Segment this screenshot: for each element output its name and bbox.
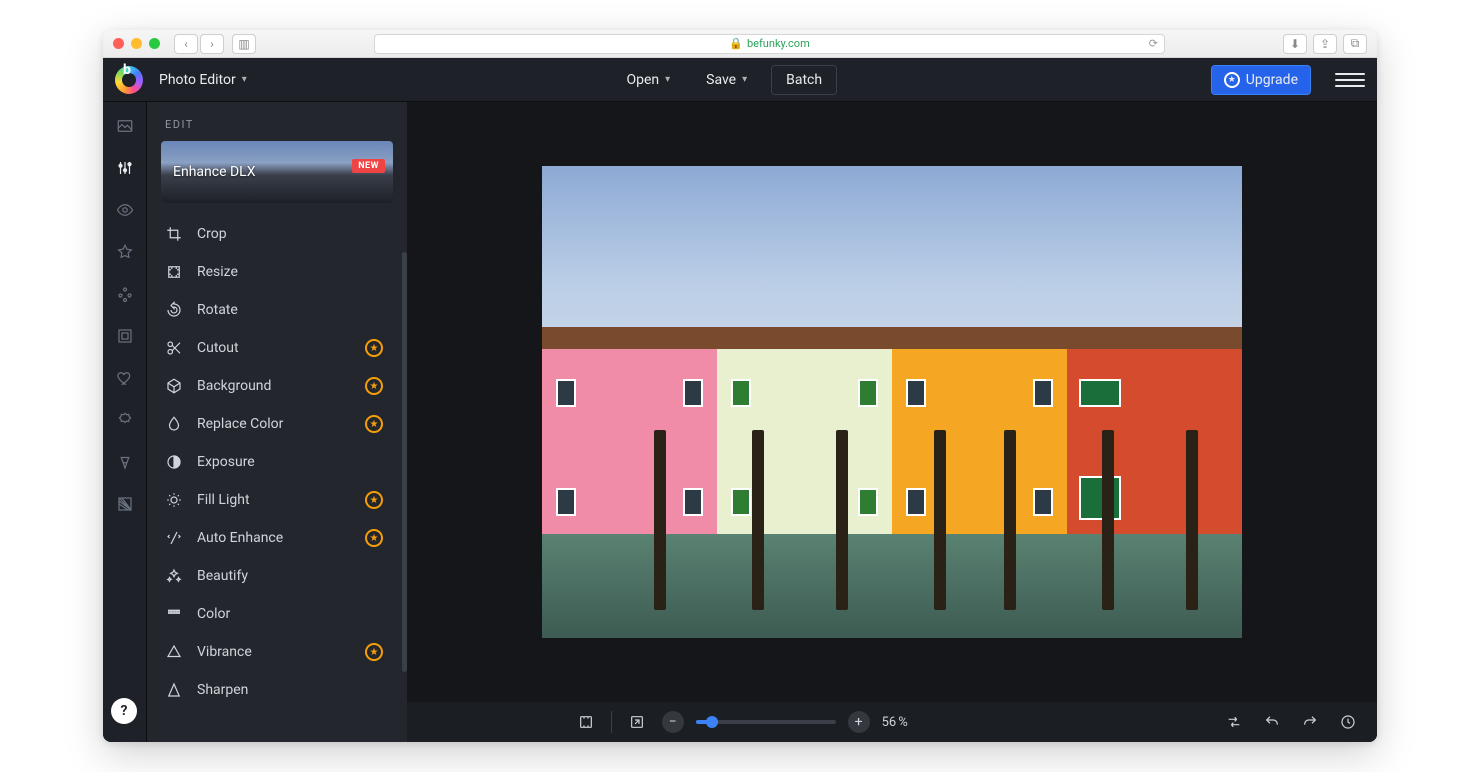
batch-label: Batch [786, 72, 822, 88]
fit-screen-button[interactable] [573, 709, 599, 735]
tool-label: Resize [197, 264, 238, 280]
tool-label: Auto Enhance [197, 530, 283, 546]
batch-button[interactable]: Batch [771, 65, 837, 95]
tool-label: Sharpen [197, 682, 248, 698]
canvas-image[interactable] [542, 166, 1242, 638]
chevron-down-icon: ▾ [742, 74, 747, 85]
menu-button[interactable] [1335, 65, 1365, 95]
tool-beautify[interactable]: Beautify [147, 557, 401, 595]
compare-button[interactable] [1221, 709, 1247, 735]
rail-image[interactable] [111, 112, 139, 140]
tool-crop[interactable]: Crop [147, 215, 401, 253]
refresh-icon[interactable]: ⟳ [1149, 37, 1158, 50]
rail-frames[interactable] [111, 322, 139, 350]
save-button[interactable]: Save ▾ [694, 66, 759, 94]
browser-chrome: ‹ › ▥ 🔒 befunky.com ⟳ ⬇ ⇪ ⧉ [103, 30, 1377, 58]
enhance-dlx-hero[interactable]: Enhance DLX NEW [161, 141, 393, 203]
open-label: Open [626, 72, 659, 88]
history-button[interactable] [1335, 709, 1361, 735]
rail-touchup[interactable] [111, 196, 139, 224]
mode-label: Photo Editor [159, 72, 236, 88]
premium-badge-icon: ★ [365, 377, 383, 395]
mode-switcher[interactable]: Photo Editor ▾ [155, 66, 251, 94]
canvas-area: − + 56% [407, 102, 1377, 742]
tool-cutout[interactable]: Cutout ★ [147, 329, 401, 367]
tool-label: Crop [197, 226, 227, 242]
window-close-button[interactable] [113, 38, 124, 49]
premium-badge-icon: ★ [365, 643, 383, 661]
open-button[interactable]: Open ▾ [614, 66, 682, 94]
premium-badge-icon: ★ [365, 529, 383, 547]
browser-url: befunky.com [747, 37, 810, 50]
tool-label: Beautify [197, 568, 248, 584]
window-minimize-button[interactable] [131, 38, 142, 49]
tool-exposure[interactable]: Exposure [147, 443, 401, 481]
rail-overlays[interactable] [111, 406, 139, 434]
browser-forward-button[interactable]: › [200, 34, 224, 54]
tool-label: Vibrance [197, 644, 252, 660]
actual-size-button[interactable] [624, 709, 650, 735]
premium-badge-icon: ★ [365, 415, 383, 433]
rail-artsy[interactable] [111, 280, 139, 308]
star-circle-icon: ★ [1224, 72, 1240, 88]
tool-rotate[interactable]: Rotate [147, 291, 401, 329]
browser-downloads-button[interactable]: ⬇ [1283, 34, 1307, 54]
save-label: Save [706, 72, 736, 88]
zoom-value: 56% [882, 715, 908, 730]
undo-button[interactable] [1259, 709, 1285, 735]
premium-badge-icon: ★ [365, 491, 383, 509]
rail-graphics[interactable] [111, 364, 139, 392]
panel-scrollbar[interactable] [402, 252, 407, 672]
tool-fill-light[interactable]: Fill Light ★ [147, 481, 401, 519]
divider [611, 711, 612, 733]
tool-sharpen[interactable]: Sharpen [147, 671, 401, 709]
tool-label: Color [197, 606, 230, 622]
tool-label: Background [197, 378, 271, 394]
tool-label: Cutout [197, 340, 239, 356]
tool-vibrance[interactable]: Vibrance ★ [147, 633, 401, 671]
rail-text[interactable] [111, 448, 139, 476]
zoom-slider[interactable] [696, 720, 836, 724]
tool-auto-enhance[interactable]: Auto Enhance ★ [147, 519, 401, 557]
tool-color[interactable]: Color [147, 595, 401, 633]
new-badge: NEW [352, 159, 385, 173]
tool-replace-color[interactable]: Replace Color ★ [147, 405, 401, 443]
tool-label: Fill Light [197, 492, 250, 508]
tool-list: CropResizeRotateCutout★Background★Replac… [147, 215, 407, 742]
rail-textures[interactable] [111, 490, 139, 518]
premium-badge-icon: ★ [365, 339, 383, 357]
zoom-in-button[interactable]: + [848, 711, 870, 733]
panel-title: EDIT [147, 102, 407, 141]
upgrade-label: Upgrade [1246, 72, 1298, 88]
canvas-toolbar: − + 56% [407, 702, 1377, 742]
app-topbar: b Photo Editor ▾ Open ▾ Save ▾ Batch ★ U… [103, 58, 1377, 102]
zoom-out-button[interactable]: − [662, 711, 684, 733]
lock-icon: 🔒 [729, 37, 743, 50]
browser-address-bar[interactable]: 🔒 befunky.com ⟳ [374, 34, 1165, 54]
app-logo-letter: b [123, 62, 131, 78]
tool-background[interactable]: Background ★ [147, 367, 401, 405]
tool-label: Rotate [197, 302, 238, 318]
tool-resize[interactable]: Resize [147, 253, 401, 291]
browser-share-button[interactable]: ⇪ [1313, 34, 1337, 54]
tool-label: Replace Color [197, 416, 283, 432]
window-zoom-button[interactable] [149, 38, 160, 49]
tool-category-rail [103, 102, 147, 742]
hero-label: Enhance DLX [173, 164, 255, 180]
rail-edit[interactable] [111, 154, 139, 182]
rail-effects[interactable] [111, 238, 139, 266]
help-button[interactable]: ? [111, 698, 137, 724]
edit-panel: EDIT Enhance DLX NEW Crop Resize Rotate Cut… [147, 102, 407, 742]
chevron-down-icon: ▾ [665, 74, 670, 85]
browser-sidebar-button[interactable]: ▥ [232, 34, 256, 54]
tool-label: Exposure [197, 454, 255, 470]
redo-button[interactable] [1297, 709, 1323, 735]
upgrade-button[interactable]: ★ Upgrade [1211, 65, 1311, 95]
chevron-down-icon: ▾ [242, 74, 247, 85]
browser-back-button[interactable]: ‹ [174, 34, 198, 54]
browser-tabs-button[interactable]: ⧉ [1343, 34, 1367, 54]
